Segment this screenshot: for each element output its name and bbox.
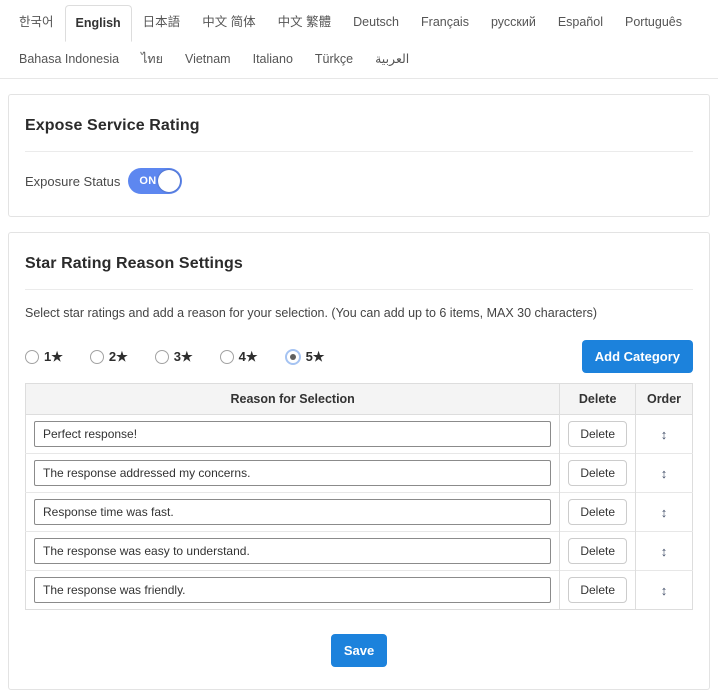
table-header-row: Reason for Selection Delete Order (26, 384, 693, 415)
toggle-on-label: ON (139, 175, 156, 187)
up-down-arrow-icon: ↕ (661, 466, 668, 481)
language-tab-label: ไทย (141, 52, 163, 66)
divider (25, 151, 693, 152)
radio-icon (220, 350, 234, 364)
language-tab-label: Bahasa Indonesia (19, 52, 119, 66)
column-header-reason: Reason for Selection (26, 384, 560, 415)
language-tab[interactable]: Bahasa Indonesia (8, 41, 130, 78)
add-category-button[interactable]: Add Category (582, 340, 693, 373)
reason-input[interactable] (34, 577, 551, 603)
reason-input[interactable] (34, 460, 551, 486)
divider (25, 289, 693, 290)
reason-input[interactable] (34, 499, 551, 525)
language-tab[interactable]: Português (614, 4, 693, 41)
save-button[interactable]: Save (331, 634, 387, 667)
language-tab-label: русский (491, 15, 536, 29)
radio-icon (90, 350, 104, 364)
order-drag-handle[interactable]: ↕ (657, 465, 672, 482)
language-tab-label: Français (421, 15, 469, 29)
language-tab-label: العربية (375, 52, 409, 66)
language-tab[interactable]: 한국어 (8, 4, 65, 41)
table-row: Delete ↕ (26, 571, 693, 610)
language-tab-label: 中文 繁體 (278, 15, 331, 29)
order-drag-handle[interactable]: ↕ (657, 426, 672, 443)
delete-button[interactable]: Delete (568, 460, 627, 486)
star-rating-label: 5★ (306, 349, 325, 365)
panel-title: Expose Service Rating (25, 117, 693, 135)
language-tab[interactable]: 中文 简体 (191, 4, 266, 41)
language-tab-label: Deutsch (353, 15, 399, 29)
language-tab[interactable]: Español (547, 4, 614, 41)
language-tab[interactable]: Italiano (242, 41, 304, 78)
language-tab[interactable]: English (65, 5, 132, 42)
language-tab[interactable]: 日本語 (132, 4, 192, 41)
column-header-order: Order (636, 384, 693, 415)
expose-service-rating-panel: Expose Service Rating Exposure Status ON (8, 94, 710, 217)
star-rating-label: 4★ (239, 349, 258, 365)
table-row: Delete ↕ (26, 415, 693, 454)
language-tab[interactable]: Vietnam (174, 41, 242, 78)
language-tab-label: Español (558, 15, 603, 29)
panel-description: Select star ratings and add a reason for… (25, 306, 693, 320)
table-row: Delete ↕ (26, 532, 693, 571)
delete-button[interactable]: Delete (568, 499, 627, 525)
language-tab[interactable]: Deutsch (342, 4, 410, 41)
star-rating-radio[interactable]: 4★ (220, 349, 258, 365)
language-tab[interactable]: Français (410, 4, 480, 41)
star-rating-reason-panel: Star Rating Reason Settings Select star … (8, 232, 710, 690)
star-rating-label: 3★ (174, 349, 193, 365)
language-tab[interactable]: ไทย (130, 41, 174, 78)
up-down-arrow-icon: ↕ (661, 427, 668, 442)
delete-button[interactable]: Delete (568, 538, 627, 564)
language-tab-label: 한국어 (19, 15, 54, 29)
language-tab-bar: 한국어 English 日本語 中文 简体 中文 繁體 Deutsch Fran… (0, 0, 718, 79)
star-rating-label: 2★ (109, 349, 128, 365)
order-drag-handle[interactable]: ↕ (657, 582, 672, 599)
exposure-status-label: Exposure Status (25, 174, 120, 189)
star-rating-radio[interactable]: 1★ (25, 349, 63, 365)
star-rating-label: 1★ (44, 349, 63, 365)
star-rating-radio-group: 1★ 2★ 3★ 4★ 5★ (25, 349, 324, 365)
radio-icon (155, 350, 169, 364)
order-drag-handle[interactable]: ↕ (657, 543, 672, 560)
star-rating-radio[interactable]: 2★ (90, 349, 128, 365)
radio-icon (25, 350, 39, 364)
delete-button[interactable]: Delete (568, 421, 627, 447)
language-tab-label: Türkçe (315, 52, 353, 66)
language-tab-label: 日本語 (143, 15, 181, 29)
reason-input[interactable] (34, 538, 551, 564)
table-row: Delete ↕ (26, 493, 693, 532)
up-down-arrow-icon: ↕ (661, 583, 668, 598)
star-rating-radio[interactable]: 3★ (155, 349, 193, 365)
language-tab[interactable]: 中文 繁體 (267, 4, 342, 41)
toggle-knob-icon (158, 170, 180, 192)
language-tab-label: Italiano (253, 52, 293, 66)
delete-button[interactable]: Delete (568, 577, 627, 603)
radio-icon (285, 349, 301, 365)
language-tab[interactable]: Türkçe (304, 41, 364, 78)
up-down-arrow-icon: ↕ (661, 544, 668, 559)
language-tab[interactable]: العربية (364, 41, 420, 78)
language-tab-label: Português (625, 15, 682, 29)
exposure-status-toggle[interactable]: ON (128, 168, 182, 194)
language-tab-label: English (76, 16, 121, 30)
up-down-arrow-icon: ↕ (661, 505, 668, 520)
order-drag-handle[interactable]: ↕ (657, 504, 672, 521)
reason-input[interactable] (34, 421, 551, 447)
reason-table: Reason for Selection Delete Order Delete… (25, 383, 693, 610)
language-tab[interactable]: русский (480, 4, 547, 41)
column-header-delete: Delete (560, 384, 636, 415)
language-tab-label: Vietnam (185, 52, 231, 66)
table-row: Delete ↕ (26, 454, 693, 493)
language-tab-label: 中文 简体 (202, 15, 255, 29)
panel-title: Star Rating Reason Settings (25, 255, 693, 273)
star-rating-radio[interactable]: 5★ (285, 349, 325, 365)
